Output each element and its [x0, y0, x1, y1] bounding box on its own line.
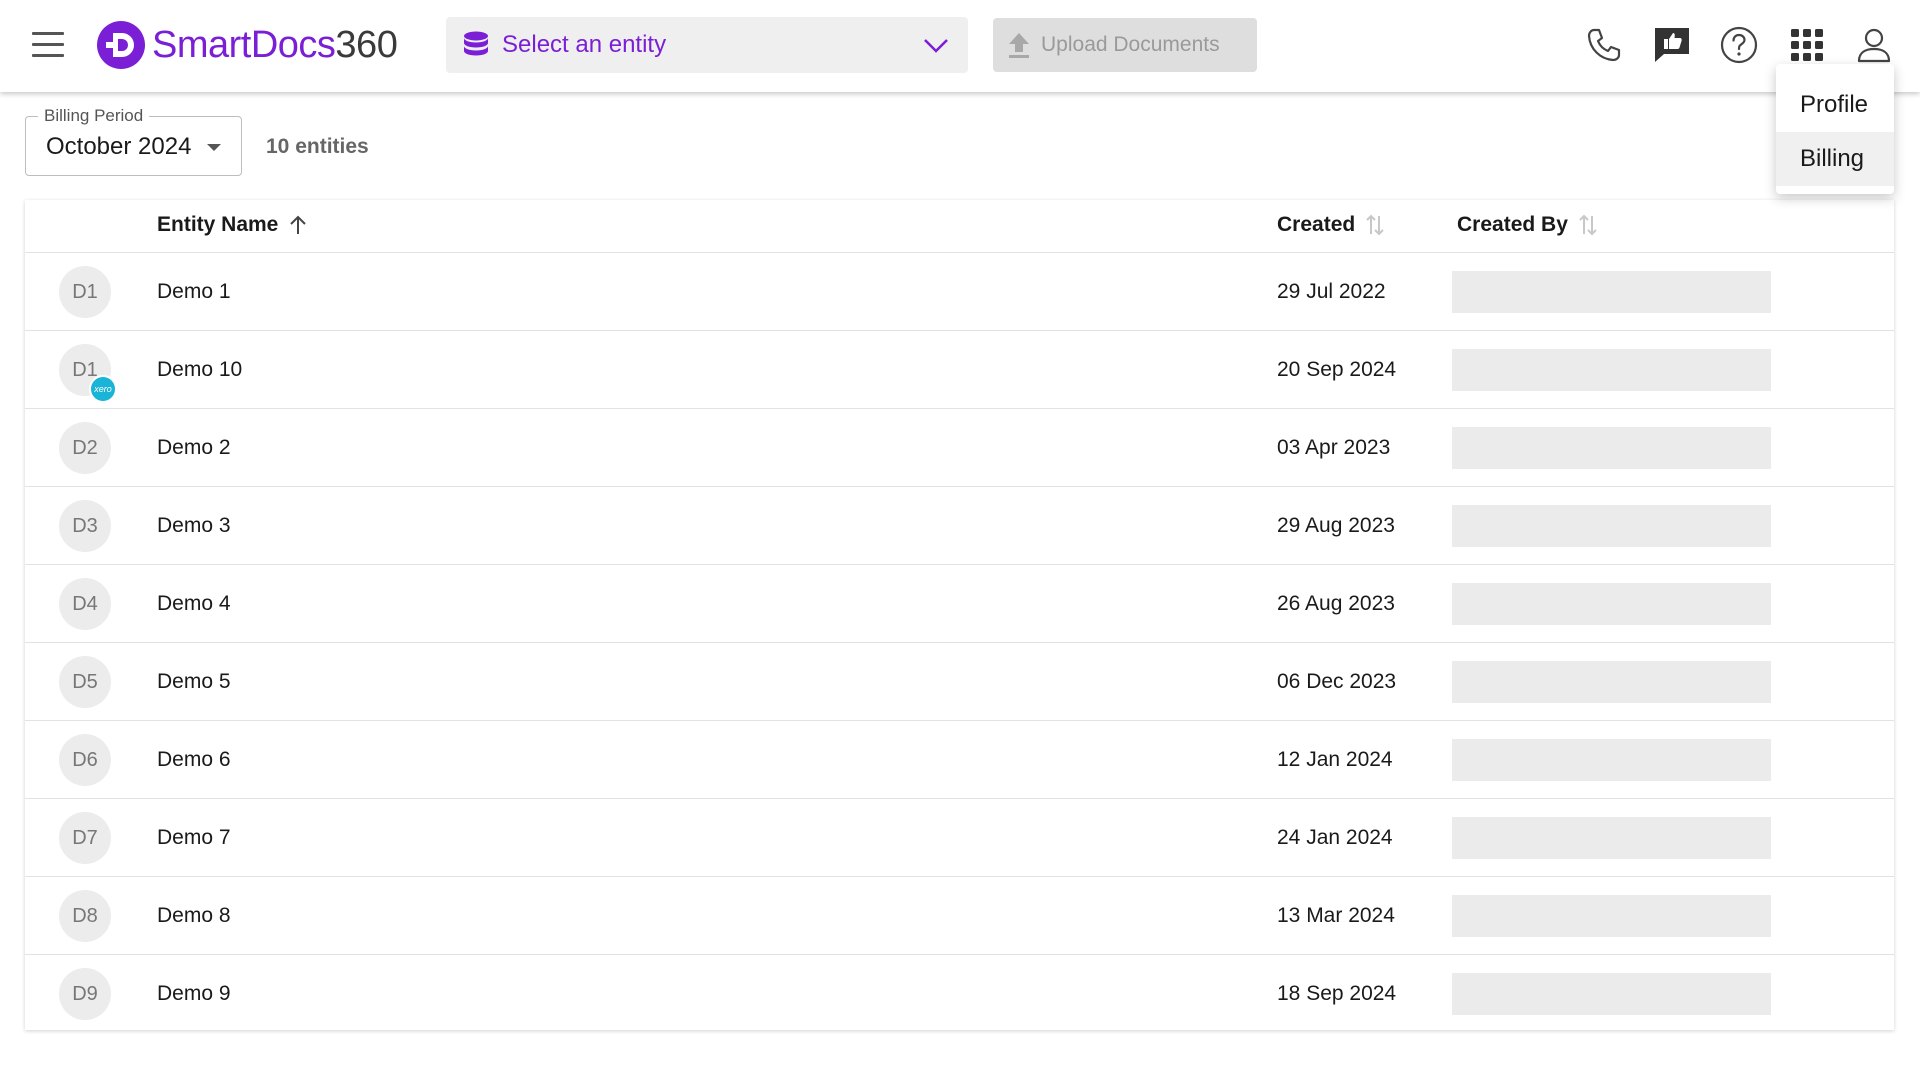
menu-icon[interactable]	[32, 28, 66, 62]
entity-count: 10 entities	[266, 135, 369, 158]
table-row[interactable]: D6 Demo 6 12 Jan 2024	[25, 721, 1894, 799]
apps-grid-icon[interactable]	[1785, 23, 1829, 67]
entity-avatar: D2	[59, 422, 111, 474]
entity-avatar: D8	[59, 890, 111, 942]
created-date: 24 Jan 2024	[1277, 826, 1393, 849]
user-icon[interactable]	[1852, 23, 1896, 67]
app-logo[interactable]: SmartDocs360	[96, 18, 398, 72]
sort-icon	[1579, 214, 1597, 236]
created-date: 26 Aug 2023	[1277, 592, 1395, 615]
logo-text-smart: SmartDocs	[152, 23, 336, 66]
created-by-placeholder	[1452, 427, 1771, 469]
chevron-down-icon	[924, 39, 948, 53]
created-by-placeholder	[1452, 271, 1771, 313]
column-header-label: Created By	[1457, 213, 1568, 236]
entities-table: Entity Name Created Created By D1 Demo 1…	[25, 200, 1894, 1030]
created-date: 03 Apr 2023	[1277, 436, 1391, 459]
created-by-placeholder	[1452, 739, 1771, 781]
table-row[interactable]: D5 Demo 5 06 Dec 2023	[25, 643, 1894, 721]
created-by-placeholder	[1452, 349, 1771, 391]
column-header-label: Created	[1277, 213, 1356, 236]
app-header: SmartDocs360 Select an entity Upload Doc…	[0, 0, 1920, 92]
entity-avatar: D5	[59, 656, 111, 708]
entity-select-label: Select an entity	[502, 31, 667, 58]
entity-name: Demo 2	[157, 436, 231, 459]
caret-down-icon	[207, 144, 221, 151]
entity-name: Demo 5	[157, 670, 231, 693]
table-row[interactable]: D4 Demo 4 26 Aug 2023	[25, 565, 1894, 643]
table-row[interactable]: D8 Demo 8 13 Mar 2024	[25, 877, 1894, 955]
help-icon[interactable]	[1717, 23, 1761, 67]
created-date: 13 Mar 2024	[1277, 904, 1395, 927]
entity-avatar: D9	[59, 968, 111, 1020]
entity-avatar: D3	[59, 500, 111, 552]
entity-select[interactable]: Select an entity	[446, 17, 968, 73]
table-header: Entity Name Created Created By	[25, 200, 1894, 253]
entity-avatar: D1	[59, 266, 111, 318]
column-header-created-by[interactable]: Created By	[1457, 213, 1598, 237]
upload-documents-label: Upload Documents	[1041, 33, 1220, 56]
created-date: 06 Dec 2023	[1277, 670, 1397, 693]
entity-name: Demo 1	[157, 280, 231, 303]
column-header-label: Entity Name	[157, 213, 279, 236]
created-date: 29 Aug 2023	[1277, 514, 1395, 537]
entity-name: Demo 6	[157, 748, 231, 771]
entity-name: Demo 8	[157, 904, 231, 927]
entity-name: Demo 10	[157, 358, 243, 381]
upload-icon	[1009, 33, 1029, 58]
user-dropdown-menu: Profile Billing	[1776, 64, 1894, 194]
created-date: 18 Sep 2024	[1277, 982, 1397, 1005]
xero-badge-icon: xero	[89, 375, 117, 403]
created-by-placeholder	[1452, 583, 1771, 625]
table-row[interactable]: D1 Demo 1 29 Jul 2022	[25, 253, 1894, 331]
billing-period-select[interactable]: Billing Period October 2024	[25, 106, 242, 176]
table-row[interactable]: D9 Demo 9 18 Sep 2024	[25, 955, 1894, 1033]
database-icon	[464, 31, 488, 56]
entity-name: Demo 9	[157, 982, 231, 1005]
created-by-placeholder	[1452, 505, 1771, 547]
entity-avatar: D7	[59, 812, 111, 864]
logo-icon	[97, 21, 145, 69]
entity-avatar: D4	[59, 578, 111, 630]
table-row[interactable]: D1 xero Demo 10 20 Sep 2024	[25, 331, 1894, 409]
entity-name: Demo 7	[157, 826, 231, 849]
created-by-placeholder	[1452, 973, 1771, 1015]
column-header-created[interactable]: Created	[1277, 213, 1385, 237]
created-by-placeholder	[1452, 895, 1771, 937]
table-row[interactable]: D3 Demo 3 29 Aug 2023	[25, 487, 1894, 565]
created-date: 12 Jan 2024	[1277, 748, 1393, 771]
logo-text-360: 360	[335, 23, 398, 66]
column-header-entity-name[interactable]: Entity Name	[157, 213, 308, 237]
phone-icon[interactable]	[1582, 23, 1626, 67]
upload-documents-button[interactable]: Upload Documents	[993, 18, 1257, 72]
menu-item-profile[interactable]: Profile	[1776, 78, 1894, 132]
table-row[interactable]: D7 Demo 7 24 Jan 2024	[25, 799, 1894, 877]
billing-period-label: Billing Period	[38, 106, 150, 126]
sort-asc-icon	[290, 215, 307, 234]
billing-period-value: October 2024	[46, 133, 192, 160]
feedback-icon[interactable]	[1650, 23, 1694, 67]
table-row[interactable]: D2 Demo 2 03 Apr 2023	[25, 409, 1894, 487]
sort-icon	[1366, 214, 1384, 236]
created-date: 29 Jul 2022	[1277, 280, 1386, 303]
menu-item-billing[interactable]: Billing	[1776, 132, 1894, 186]
entity-name: Demo 3	[157, 514, 231, 537]
created-date: 20 Sep 2024	[1277, 358, 1397, 381]
created-by-placeholder	[1452, 661, 1771, 703]
entity-name: Demo 4	[157, 592, 231, 615]
entity-avatar: D6	[59, 734, 111, 786]
created-by-placeholder	[1452, 817, 1771, 859]
